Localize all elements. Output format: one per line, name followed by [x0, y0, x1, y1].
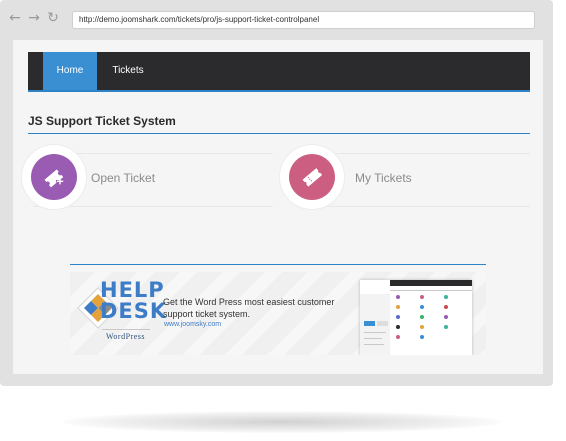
title-divider	[28, 133, 530, 134]
thumb-dot	[396, 295, 400, 299]
arrow-right-icon[interactable]: →	[27, 11, 41, 25]
my-tickets-label[interactable]: My Tickets	[355, 171, 412, 185]
page-viewport: Home Tickets JS Support Ticket System Op…	[13, 40, 543, 374]
card-icon-ring	[21, 144, 87, 210]
thumb-line	[364, 338, 382, 339]
nav-home[interactable]: Home	[43, 52, 97, 90]
thumb-dot	[444, 325, 448, 329]
drop-shadow	[62, 411, 502, 433]
thumb-dot	[396, 335, 400, 339]
address-bar[interactable]: http://demo.joomshark.com/tickets/pro/js…	[72, 11, 535, 29]
banner-headline: Get the Word Press most easiest customer…	[163, 297, 335, 319]
thumb-line	[390, 290, 472, 291]
product-screenshot-thumbnail	[360, 280, 472, 355]
thumb-dot	[420, 305, 424, 309]
thumb-dot	[444, 315, 448, 319]
thumb-dot	[396, 325, 400, 329]
thumb-dot	[444, 295, 448, 299]
banner-divider	[70, 264, 486, 265]
thumb-header	[390, 280, 472, 286]
ticket-plus-icon[interactable]	[31, 154, 77, 200]
open-ticket-label[interactable]: Open Ticket	[91, 171, 155, 185]
arrow-left-icon[interactable]: ←	[8, 11, 22, 25]
site-navbar: Home Tickets	[28, 52, 530, 92]
reload-icon[interactable]: ↻	[46, 11, 60, 25]
help-desk-banner[interactable]: HELP DESK WordPress Get the Word Press m…	[70, 272, 486, 355]
browser-window: ← → ↻ http://demo.joomshark.com/tickets/…	[0, 0, 553, 386]
logo-divider	[102, 329, 150, 330]
browser-toolbar: ← → ↻ http://demo.joomshark.com/tickets/…	[0, 0, 553, 34]
open-ticket-card[interactable]: Open Ticket	[21, 144, 273, 210]
thumb-dot	[420, 335, 424, 339]
thumb-dot	[396, 315, 400, 319]
thumb-line	[364, 332, 386, 333]
my-tickets-card[interactable]: My Tickets	[279, 144, 530, 210]
thumb-dot	[420, 325, 424, 329]
desk-text: DESK	[100, 299, 168, 323]
thumb-button	[364, 321, 375, 326]
nav-tickets[interactable]: Tickets	[100, 52, 156, 90]
thumb-button	[377, 321, 388, 326]
page-title: JS Support Ticket System	[28, 114, 176, 128]
wordpress-text: WordPress	[106, 332, 145, 341]
thumb-dot	[444, 305, 448, 309]
ticket-icon[interactable]	[289, 154, 335, 200]
card-icon-ring	[279, 144, 345, 210]
banner-url[interactable]: www.joomsky.com	[164, 321, 221, 328]
thumb-line	[364, 344, 384, 345]
thumb-dot	[420, 315, 424, 319]
thumb-dot	[396, 305, 400, 309]
thumb-dot	[420, 295, 424, 299]
